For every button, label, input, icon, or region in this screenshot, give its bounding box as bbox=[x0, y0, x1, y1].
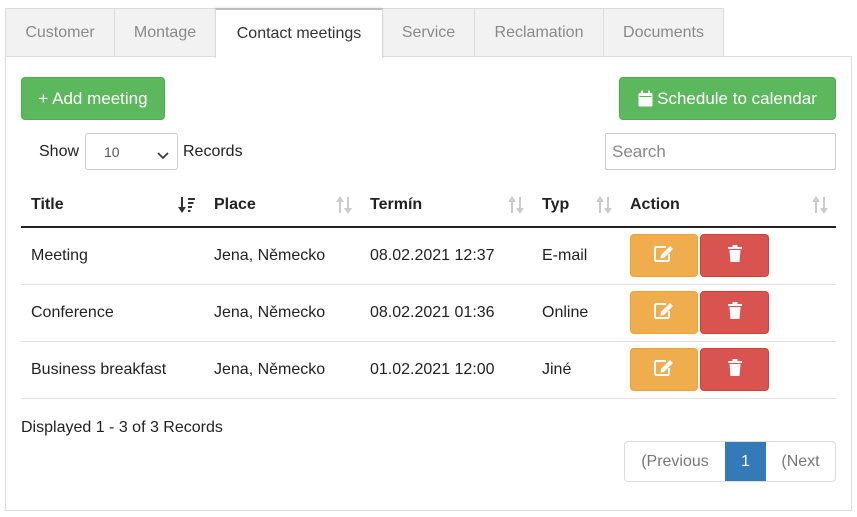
table-header-row: Title Place Termín Typ Action bbox=[21, 184, 836, 228]
records-per-page-select[interactable]: 10 bbox=[85, 133, 178, 170]
cell-termin: 08.02.2021 01:36 bbox=[360, 284, 532, 342]
page-1-button[interactable]: 1 bbox=[725, 442, 766, 481]
column-header-typ-label: Typ bbox=[542, 196, 570, 213]
trash-icon bbox=[727, 301, 742, 324]
cell-action bbox=[620, 341, 836, 399]
sort-icon bbox=[812, 196, 828, 219]
schedule-to-calendar-label: Schedule to calendar bbox=[657, 88, 817, 108]
tab-documents[interactable]: Documents bbox=[603, 8, 724, 57]
cell-title: Conference bbox=[21, 284, 204, 342]
schedule-to-calendar-button[interactable]: Schedule to calendar bbox=[619, 77, 836, 120]
tab-service[interactable]: Service bbox=[382, 8, 475, 57]
edit-icon bbox=[654, 359, 674, 381]
edit-button[interactable] bbox=[630, 234, 698, 278]
column-header-action[interactable]: Action bbox=[620, 184, 836, 228]
tab-customer[interactable]: Customer bbox=[5, 8, 115, 57]
show-label: Show bbox=[39, 143, 80, 160]
column-header-typ[interactable]: Typ bbox=[532, 184, 620, 228]
next-page-button[interactable]: (Next bbox=[766, 442, 835, 481]
chevron-down-icon bbox=[157, 147, 169, 163]
calendar-icon bbox=[638, 90, 653, 107]
records-per-page-value: 10 bbox=[104, 143, 120, 160]
column-header-place[interactable]: Place bbox=[204, 184, 360, 228]
edit-icon bbox=[654, 302, 674, 324]
column-header-place-label: Place bbox=[214, 196, 256, 213]
cell-action bbox=[620, 227, 836, 285]
records-info: Displayed 1 - 3 of 3 Records bbox=[21, 419, 223, 436]
edit-icon bbox=[654, 245, 674, 267]
add-meeting-button[interactable]: + Add meeting bbox=[21, 77, 165, 120]
previous-page-button[interactable]: (Previous bbox=[625, 442, 725, 481]
cell-title: Meeting bbox=[21, 227, 204, 285]
add-meeting-label: + Add meeting bbox=[38, 88, 148, 108]
pagination: (Previous 1 (Next bbox=[624, 441, 836, 482]
delete-button[interactable] bbox=[700, 291, 769, 334]
table-row: Meeting Jena, Německo 08.02.2021 12:37 E… bbox=[21, 227, 836, 285]
edit-button[interactable] bbox=[630, 348, 698, 391]
cell-title: Business breakfast bbox=[21, 341, 204, 399]
tab-bar: Customer Montage Contact meetings Servic… bbox=[5, 8, 724, 58]
column-header-termin[interactable]: Termín bbox=[360, 184, 532, 228]
column-header-title-label: Title bbox=[31, 196, 64, 213]
column-header-action-label: Action bbox=[630, 196, 680, 213]
meetings-table: Title Place Termín Typ Action Meeting Je… bbox=[21, 184, 836, 399]
search-input[interactable] bbox=[605, 133, 836, 170]
edit-button[interactable] bbox=[630, 291, 698, 334]
delete-button[interactable] bbox=[700, 234, 769, 278]
cell-termin: 08.02.2021 12:37 bbox=[360, 227, 532, 285]
table-row: Business breakfast Jena, Německo 01.02.2… bbox=[21, 341, 836, 399]
cell-place: Jena, Německo bbox=[204, 284, 360, 342]
column-header-termin-label: Termín bbox=[370, 196, 423, 213]
sort-icon bbox=[508, 196, 524, 219]
cell-typ: Jiné bbox=[532, 341, 620, 399]
cell-place: Jena, Německo bbox=[204, 341, 360, 399]
records-label: Records bbox=[183, 143, 243, 160]
column-header-title[interactable]: Title bbox=[21, 184, 204, 228]
trash-icon bbox=[727, 244, 742, 267]
delete-button[interactable] bbox=[700, 348, 769, 391]
cell-place: Jena, Německo bbox=[204, 227, 360, 285]
table-row: Conference Jena, Německo 08.02.2021 01:3… bbox=[21, 284, 836, 342]
sort-icon bbox=[596, 196, 612, 219]
sort-amount-down-icon bbox=[178, 196, 196, 219]
tab-montage[interactable]: Montage bbox=[114, 8, 216, 57]
trash-icon bbox=[727, 358, 742, 381]
tab-reclamation[interactable]: Reclamation bbox=[474, 8, 604, 57]
sort-icon bbox=[336, 196, 352, 219]
cell-termin: 01.02.2021 12:00 bbox=[360, 341, 532, 399]
tab-contact-meetings[interactable]: Contact meetings bbox=[215, 8, 383, 58]
cell-typ: E-mail bbox=[532, 227, 620, 285]
cell-action bbox=[620, 284, 836, 342]
cell-typ: Online bbox=[532, 284, 620, 342]
